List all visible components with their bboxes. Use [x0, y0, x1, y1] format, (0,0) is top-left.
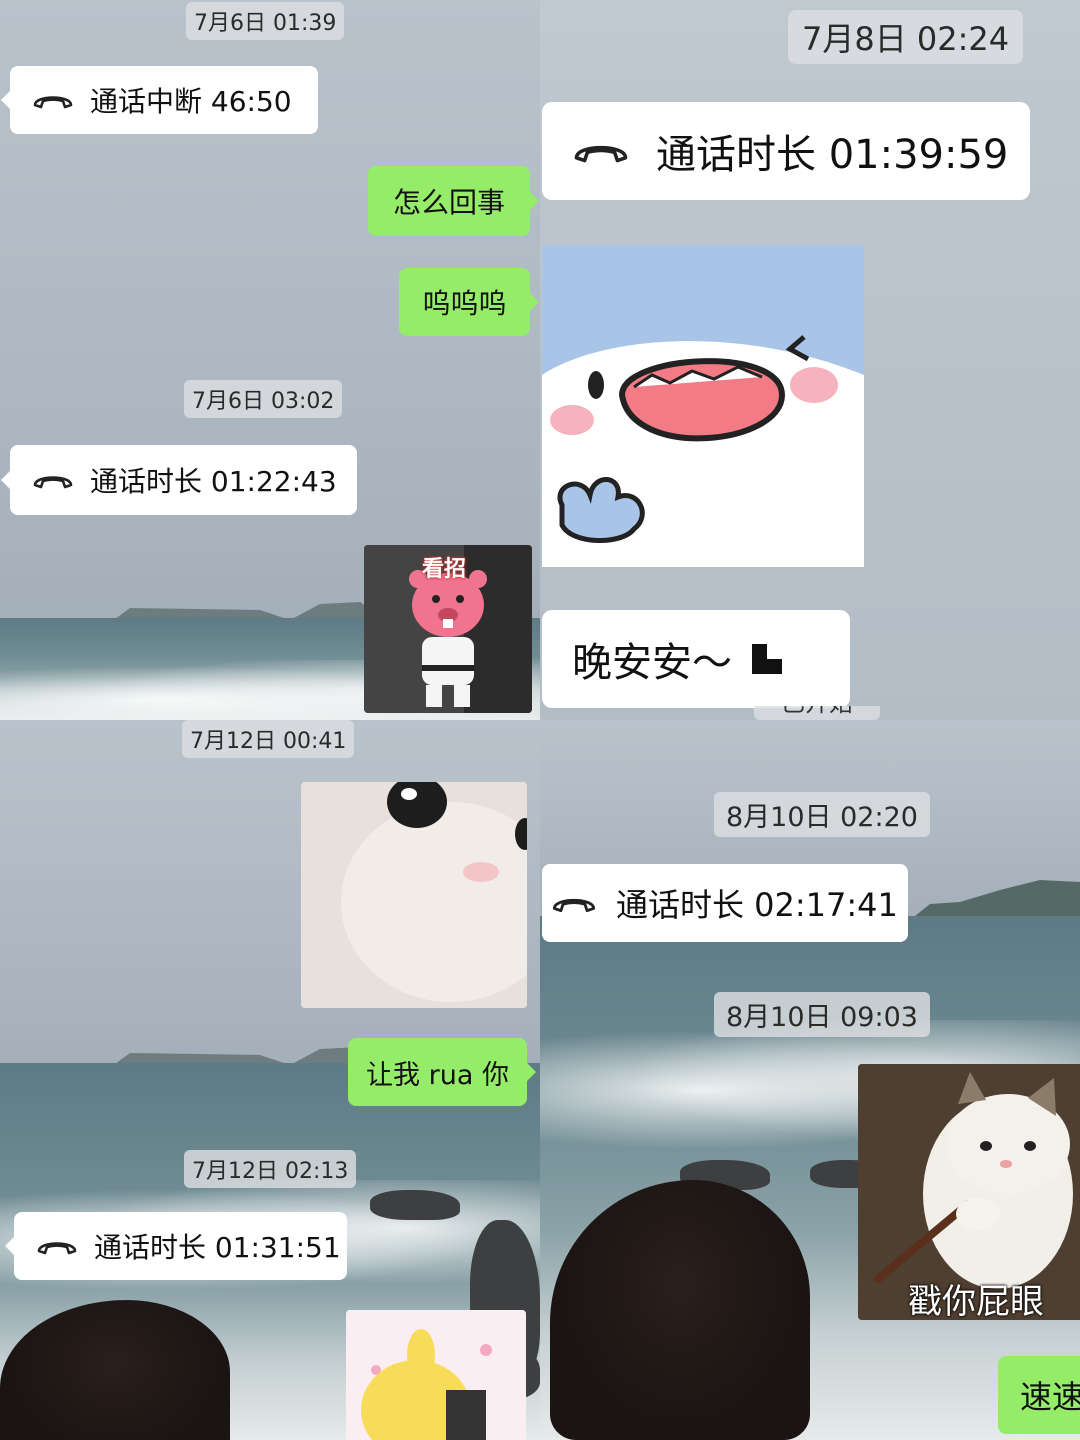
- chat-panel-bottom-left: 7月12日 00:41 让我 rua 你 7月12日 02:13 通话时长 01…: [0, 720, 540, 1440]
- sticker-caption: 戳你屁眼: [908, 1282, 1044, 1320]
- timestamp: 7月8日 02:24: [788, 10, 1024, 64]
- laughing-blob-sticker[interactable]: [542, 245, 864, 567]
- call-text: 通话时长 01:31:51: [94, 1231, 341, 1264]
- message-text: 晚安安～: [572, 640, 732, 686]
- sticker-caption: 看招: [422, 557, 467, 582]
- beaver-sticker[interactable]: 看招: [364, 545, 532, 713]
- timestamp: 7月12日 00:41: [182, 720, 355, 758]
- timestamp: 8月10日 09:03: [714, 992, 930, 1037]
- call-text: 通话时长 02:17:41: [616, 886, 898, 924]
- call-record-bubble[interactable]: 通话时长 02:17:41: [542, 864, 908, 942]
- chat-panel-top-left: 7月6日 01:39 通话中断 46:50 怎么回事 呜呜呜 7月6日 03:0…: [0, 0, 540, 720]
- call-text: 通话中断 46:50: [90, 85, 292, 118]
- pixel-emoji-icon: [752, 644, 782, 674]
- message-bubble-sent[interactable]: 呜呜呜: [399, 268, 539, 336]
- message-bubble-sent[interactable]: 怎么回事: [368, 166, 539, 236]
- call-record-bubble[interactable]: 通话时长 01:39:59: [542, 102, 1030, 200]
- call-text: 通话时长 01:39:59: [656, 132, 1009, 178]
- message-bubble-sent[interactable]: 让我 rua 你: [348, 1038, 536, 1106]
- message-bubble-received[interactable]: 晚安安～: [542, 610, 850, 708]
- chat-panel-bottom-right: 8月10日 02:20 通话时长 02:17:41 8月10日 09:03 戳你…: [540, 720, 1080, 1440]
- call-record-bubble[interactable]: 通话时长 01:31:51: [5, 1212, 347, 1280]
- phone-handset-icon: [574, 145, 628, 163]
- phone-handset-icon: [33, 96, 73, 109]
- cat-stick-sticker[interactable]: 戳你屁眼: [858, 1064, 1080, 1320]
- message-bubble-sent-clipped[interactable]: 速速: [998, 1356, 1080, 1434]
- call-record-bubble[interactable]: 通话时长 01:22:43: [1, 445, 357, 515]
- call-record-bubble[interactable]: 通话中断 46:50: [1, 66, 318, 134]
- timestamp: 7月6日 01:39: [186, 2, 345, 40]
- phone-handset-icon: [33, 476, 73, 489]
- chat-panel-top-right: 7月8日 02:24 通话时长 01:39:59 晚安安～ 已开始: [540, 0, 1080, 720]
- phone-handset-icon: [552, 898, 596, 913]
- timestamp: 7月6日 03:02: [184, 380, 343, 418]
- timestamp: 7月12日 02:13: [184, 1150, 357, 1188]
- yellow-bunny-sticker[interactable]: [346, 1310, 526, 1440]
- call-text: 通话时长 01:22:43: [90, 465, 337, 498]
- cat-closeup-sticker[interactable]: [301, 782, 527, 1008]
- timestamp: 8月10日 02:20: [714, 792, 930, 837]
- system-notice-clipped: 已开始: [754, 706, 880, 720]
- phone-handset-icon: [37, 1242, 77, 1255]
